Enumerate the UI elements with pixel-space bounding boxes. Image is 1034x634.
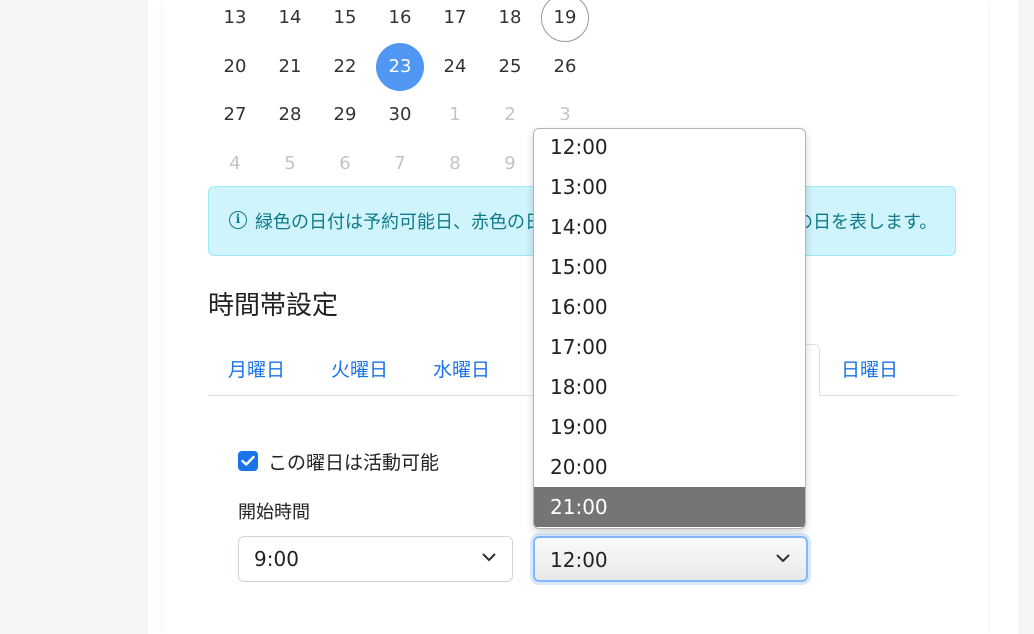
chevron-down-icon: [482, 553, 496, 561]
calendar-day[interactable]: 17: [431, 0, 479, 42]
calendar-day[interactable]: 7: [376, 140, 424, 188]
calendar-day[interactable]: 13: [211, 0, 259, 42]
section-title: 時間帯設定: [208, 291, 339, 321]
active-day-label: この曜日は活動可能: [268, 452, 440, 474]
calendar-day[interactable]: 14: [266, 0, 314, 42]
calendar-day[interactable]: 18: [486, 0, 534, 42]
calendar-day[interactable]: 9: [486, 140, 534, 188]
start-time-select[interactable]: 9:00: [238, 536, 513, 582]
calendar-day[interactable]: 1: [431, 91, 479, 139]
checkmark-icon: [241, 455, 255, 466]
dropdown-option[interactable]: 20:00: [534, 447, 805, 487]
dropdown-option[interactable]: 18:00: [534, 367, 805, 407]
calendar-day[interactable]: 26: [541, 43, 589, 91]
dropdown-option[interactable]: 14:00: [534, 207, 805, 247]
calendar-day[interactable]: 15: [321, 0, 369, 42]
calendar-day[interactable]: 20: [211, 43, 259, 91]
end-time-dropdown[interactable]: 12:00 13:00 14:00 15:00 16:00 17:00 18:00 19:00…: [533, 128, 806, 529]
dropdown-option[interactable]: 17:00: [534, 327, 805, 367]
info-circle-icon: i: [229, 211, 247, 229]
dropdown-option[interactable]: 21:00: [534, 487, 805, 527]
calendar-day[interactable]: 6: [321, 140, 369, 188]
page-gutter-right: [1018, 0, 1034, 634]
calendar-day[interactable]: 22: [321, 43, 369, 91]
dropdown-option[interactable]: 12:00: [534, 129, 805, 167]
tab-monday[interactable]: 月曜日: [228, 355, 285, 382]
tab-sunday[interactable]: 日曜日: [841, 355, 898, 382]
calendar-day[interactable]: 29: [321, 91, 369, 139]
calendar-day[interactable]: 4: [211, 140, 259, 188]
tab-tuesday[interactable]: 火曜日: [331, 355, 388, 382]
dropdown-option[interactable]: 15:00: [534, 247, 805, 287]
start-time-label: 開始時間: [238, 502, 310, 523]
calendar-day[interactable]: 8: [431, 140, 479, 188]
calendar-day[interactable]: 23: [376, 43, 424, 91]
dropdown-option[interactable]: 19:00: [534, 407, 805, 447]
dropdown-option[interactable]: 16:00: [534, 287, 805, 327]
calendar-day[interactable]: 25: [486, 43, 534, 91]
calendar-day[interactable]: 16: [376, 0, 424, 42]
calendar-day[interactable]: 28: [266, 91, 314, 139]
start-time-value: 9:00: [254, 547, 299, 571]
calendar-day[interactable]: 27: [211, 91, 259, 139]
dropdown-option[interactable]: 13:00: [534, 167, 805, 207]
chevron-down-icon: [776, 554, 790, 562]
active-day-checkbox[interactable]: [238, 451, 258, 471]
calendar-day[interactable]: 30: [376, 91, 424, 139]
calendar-day[interactable]: 24: [431, 43, 479, 91]
calendar-day[interactable]: 21: [266, 43, 314, 91]
page-gutter-left: [0, 0, 148, 634]
end-time-select[interactable]: 12:00: [533, 536, 808, 582]
calendar-day[interactable]: 2: [486, 91, 534, 139]
calendar-day[interactable]: 5: [266, 140, 314, 188]
tab-wednesday[interactable]: 水曜日: [433, 355, 490, 382]
end-time-value: 12:00: [550, 548, 608, 572]
